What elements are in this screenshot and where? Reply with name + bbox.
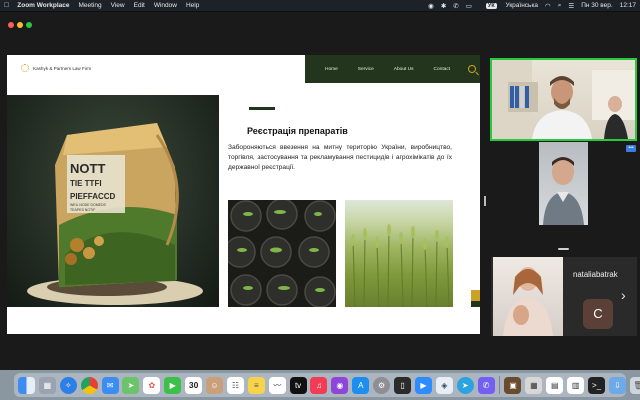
- minimize-window-icon[interactable]: [17, 22, 23, 28]
- next-page-chevron-right-icon[interactable]: ›: [621, 287, 626, 303]
- site-search-icon: [468, 65, 477, 73]
- photos-icon[interactable]: ✿: [143, 376, 161, 394]
- menu-view[interactable]: View: [111, 2, 125, 9]
- music-icon[interactable]: ♫: [310, 376, 328, 394]
- close-window-icon[interactable]: [8, 22, 14, 28]
- menubar-status-area: ◉ ✱ ✆ ▭ УК Українська ◠ ⌕ ☰ Пн 30 вер. 1…: [421, 0, 636, 11]
- pesticide-bag-image: NOTT TIE TTFI PIEFFACCD WEIL NODE DOMEDS…: [7, 95, 219, 307]
- viber-status-icon[interactable]: ✆: [453, 2, 458, 10]
- decorative-green-block: [471, 301, 480, 307]
- menu-edit[interactable]: Edit: [134, 2, 145, 9]
- menu-app-name[interactable]: Zoom Workplace: [17, 2, 69, 9]
- telegram-icon[interactable]: ➤: [456, 376, 474, 394]
- preview-icon[interactable]: ▣: [504, 376, 522, 394]
- seedlings-photo: [228, 200, 336, 307]
- participant-avatar: C: [583, 299, 613, 329]
- freeform-icon[interactable]: 〰: [268, 376, 286, 394]
- menubar:  Zoom Workplace Meeting View Edit Windo…: [0, 0, 640, 11]
- menubar-date[interactable]: Пн 30 вер.: [581, 2, 613, 9]
- trash-icon[interactable]: 🗑: [629, 376, 640, 394]
- bluetooth-icon[interactable]: ✱: [441, 2, 446, 10]
- system-settings-icon[interactable]: ⚙: [373, 376, 391, 394]
- battery-icon[interactable]: ▭: [466, 2, 472, 10]
- participant-name-nataliabatrak: nataliabatrak: [573, 270, 618, 279]
- safari-icon[interactable]: ✧: [59, 376, 77, 394]
- bag-text-line5: TEAPES NOTIF: [70, 208, 95, 212]
- shared-screen-slide: Kashyk & Partners Law Firm Home Service …: [7, 55, 480, 334]
- nav-home: Home: [325, 66, 338, 72]
- keyboard-layout-badge: УК: [485, 3, 497, 9]
- contacts-icon[interactable]: ☺: [206, 376, 224, 394]
- bag-text-line4: WEIL NODE DOMEDS: [70, 203, 107, 207]
- launchpad-icon[interactable]: ▦: [38, 376, 56, 394]
- appletv-icon[interactable]: tv: [289, 376, 307, 394]
- facetime-icon[interactable]: ▶: [164, 376, 182, 394]
- app-store-icon[interactable]: A: [352, 376, 370, 394]
- window-controls: [8, 22, 35, 28]
- participant-video-2[interactable]: [539, 142, 588, 225]
- activity-monitor-icon[interactable]: ▥: [567, 376, 585, 394]
- title-accent-bar: [249, 107, 275, 110]
- gallery-drag-handle[interactable]: [558, 248, 569, 250]
- panel-resize-handle[interactable]: [484, 196, 486, 206]
- terminal-icon[interactable]: >_: [588, 376, 606, 394]
- menubar-time[interactable]: 12:17: [620, 2, 636, 9]
- wifi-icon[interactable]: ◠: [545, 2, 551, 10]
- dock-separator: [499, 376, 501, 394]
- site-header: Kashyk & Partners Law Firm Home Service …: [7, 55, 480, 83]
- zoom-icon[interactable]: ▶: [414, 376, 432, 394]
- iphone-mirroring-icon[interactable]: ▯: [394, 376, 412, 394]
- podcasts-icon[interactable]: ◉: [331, 376, 349, 394]
- control-center-icon[interactable]: ☰: [568, 2, 574, 10]
- calendar-icon[interactable]: 30: [185, 376, 203, 394]
- mail-icon[interactable]: ✉: [101, 376, 119, 394]
- slide-body-text: Забороняються ввезення на митну територі…: [228, 144, 452, 172]
- downloads-icon[interactable]: ⇩: [608, 376, 626, 394]
- search-icon[interactable]: ⌕: [558, 2, 562, 10]
- fullscreen-window-icon[interactable]: [26, 22, 32, 28]
- nav-about-us: About Us: [393, 66, 414, 72]
- calculator-icon[interactable]: ▦: [525, 376, 543, 394]
- zoom-status-icon[interactable]: ◉: [428, 2, 434, 10]
- menu-meeting[interactable]: Meeting: [79, 2, 102, 9]
- participant-tile-nataliabatrak[interactable]: nataliabatrak C: [491, 257, 637, 336]
- participant-options-icon[interactable]: •••: [626, 145, 636, 152]
- chart-icon[interactable]: ▤: [546, 376, 564, 394]
- logo-mark-icon: [21, 64, 29, 72]
- keyboard-layout-label: Українська: [505, 2, 539, 9]
- menu-window[interactable]: Window: [154, 2, 177, 9]
- reminders-icon[interactable]: ☷: [226, 376, 244, 394]
- menu-help[interactable]: Help: [186, 2, 199, 9]
- chrome-icon[interactable]: [80, 376, 98, 394]
- site-nav: Home Service About Us Contact: [305, 55, 480, 83]
- bag-text-line1: NOTT: [70, 161, 105, 176]
- keyboard-layout-indicator[interactable]: УК Українська: [479, 2, 538, 9]
- bag-text-line2: TIE TTFI: [70, 179, 102, 188]
- viber-icon[interactable]: ✆: [477, 376, 495, 394]
- company-logo: Kashyk & Partners Law Firm: [21, 64, 91, 72]
- nav-contact: Contact: [433, 66, 451, 72]
- notes-icon[interactable]: ≡: [247, 376, 265, 394]
- company-name: Kashyk & Partners Law Firm: [33, 65, 92, 71]
- nav-service: Service: [357, 66, 374, 72]
- dock: ▦ ✧ ✉ ➤ ✿ ▶ 30 ☺ ☷ ≡ 〰 tv ♫ ◉ A ⚙ ▯ ▶ ◈ …: [14, 373, 640, 397]
- slide-title: Реєстрація препаратів: [247, 126, 348, 136]
- vpn-icon[interactable]: ◈: [435, 376, 453, 394]
- finder-icon[interactable]: [18, 376, 35, 394]
- wheat-field-photo: [345, 200, 453, 307]
- bag-text-line3: PIEFFACCD: [70, 192, 116, 201]
- apple-menu-icon[interactable]: : [4, 2, 9, 9]
- maps-icon[interactable]: ➤: [122, 376, 140, 394]
- participant-video-3: [493, 257, 563, 336]
- participant-video-active-speaker[interactable]: [490, 58, 637, 141]
